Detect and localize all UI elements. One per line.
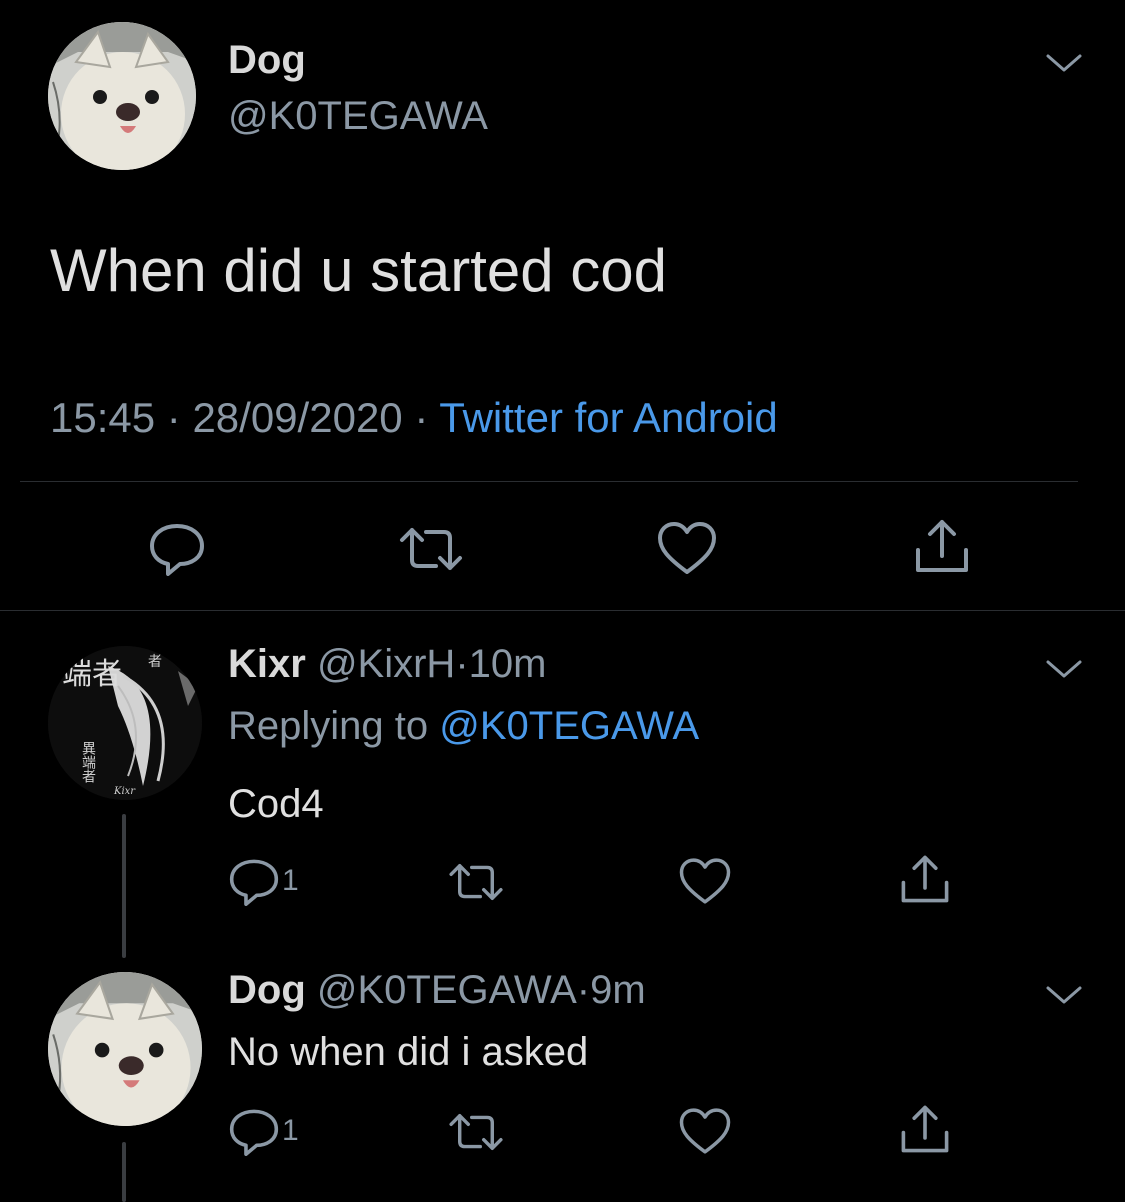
tweet-source-link[interactable]: Twitter for Android: [439, 394, 777, 441]
reply-header: Dog @K0TEGAWA·9m: [228, 968, 646, 1013]
chevron-down-icon[interactable]: [1044, 656, 1084, 687]
logo-text-corner: 者: [148, 654, 162, 670]
reply-header: Kixr @KixrH·10m: [228, 642, 546, 687]
like-button[interactable]: [656, 520, 718, 576]
retweet-icon: [400, 528, 462, 570]
retweet-icon: [449, 1114, 503, 1151]
heart-icon: [679, 858, 731, 904]
reply-age: 9m: [590, 968, 646, 1012]
reply-button[interactable]: [148, 520, 206, 576]
avatar-kixr[interactable]: 端者 異端者 者 Kixr: [48, 646, 202, 800]
main-handle[interactable]: @K0TEGAWA: [228, 94, 488, 139]
reply-handle[interactable]: @KixrH: [317, 642, 455, 686]
reply-button[interactable]: 1: [228, 856, 299, 906]
like-button[interactable]: [678, 1106, 732, 1156]
reply-display-name[interactable]: Kixr: [228, 642, 306, 686]
dog-avatar-image: [48, 972, 202, 1126]
tweet-text: When did u started cod: [50, 237, 668, 304]
logo-text-side: 異端者: [80, 741, 96, 783]
reply-bubble-icon: [150, 524, 204, 576]
share-button[interactable]: [898, 852, 952, 906]
share-icon: [916, 520, 968, 572]
meta-separator: ·: [576, 968, 591, 1012]
meta-separator: ·: [414, 394, 429, 441]
retweet-button[interactable]: [446, 860, 506, 904]
signature: Kixr: [113, 786, 136, 797]
thread-line: [122, 814, 126, 958]
meta-separator: ·: [166, 394, 181, 441]
share-icon: [901, 855, 949, 903]
reply-age: 10m: [468, 642, 547, 686]
reply-bubble-icon: [229, 859, 279, 906]
tweet-time: 15:45: [50, 394, 156, 441]
chevron-down-icon[interactable]: [1044, 50, 1084, 81]
chevron-down-icon[interactable]: [1044, 982, 1084, 1013]
reply-count: 1: [282, 1114, 299, 1147]
replying-to-link[interactable]: @K0TEGAWA: [439, 704, 699, 748]
retweet-button[interactable]: [396, 524, 466, 574]
meta-separator: ·: [455, 642, 469, 686]
avatar-dog[interactable]: [48, 22, 196, 170]
replying-to: Replying to @K0TEGAWA: [228, 704, 699, 749]
avatar-dog[interactable]: [48, 972, 202, 1126]
kixr-avatar-image: 端者 異端者 者 Kixr: [48, 646, 202, 800]
reply-handle[interactable]: @K0TEGAWA: [317, 968, 577, 1012]
retweet-button[interactable]: [446, 1110, 506, 1154]
reply-count: 1: [282, 864, 299, 897]
reply-text: No when did i asked: [228, 1030, 589, 1074]
share-icon: [901, 1105, 949, 1153]
logo-text-main: 端者: [62, 657, 122, 692]
tweet-date: 28/09/2020: [192, 394, 403, 441]
share-button[interactable]: [898, 1102, 952, 1156]
reply-bubble-icon: [229, 1109, 279, 1156]
reply-button[interactable]: 1: [228, 1106, 299, 1156]
divider: [20, 481, 1078, 482]
reply-text: Cod4: [228, 782, 324, 826]
replying-prefix: Replying to: [228, 704, 429, 748]
thread-line: [122, 1142, 126, 1202]
heart-icon: [658, 522, 716, 574]
heart-icon: [679, 1108, 731, 1154]
like-button[interactable]: [678, 856, 732, 906]
dog-avatar-image: [48, 22, 196, 170]
reply-display-name[interactable]: Dog: [228, 968, 306, 1012]
main-display-name[interactable]: Dog: [228, 38, 306, 83]
divider: [0, 610, 1125, 611]
retweet-icon: [449, 864, 503, 900]
tweet-meta: 15:45 · 28/09/2020 · Twitter for Android: [50, 394, 778, 442]
share-button[interactable]: [912, 516, 972, 576]
